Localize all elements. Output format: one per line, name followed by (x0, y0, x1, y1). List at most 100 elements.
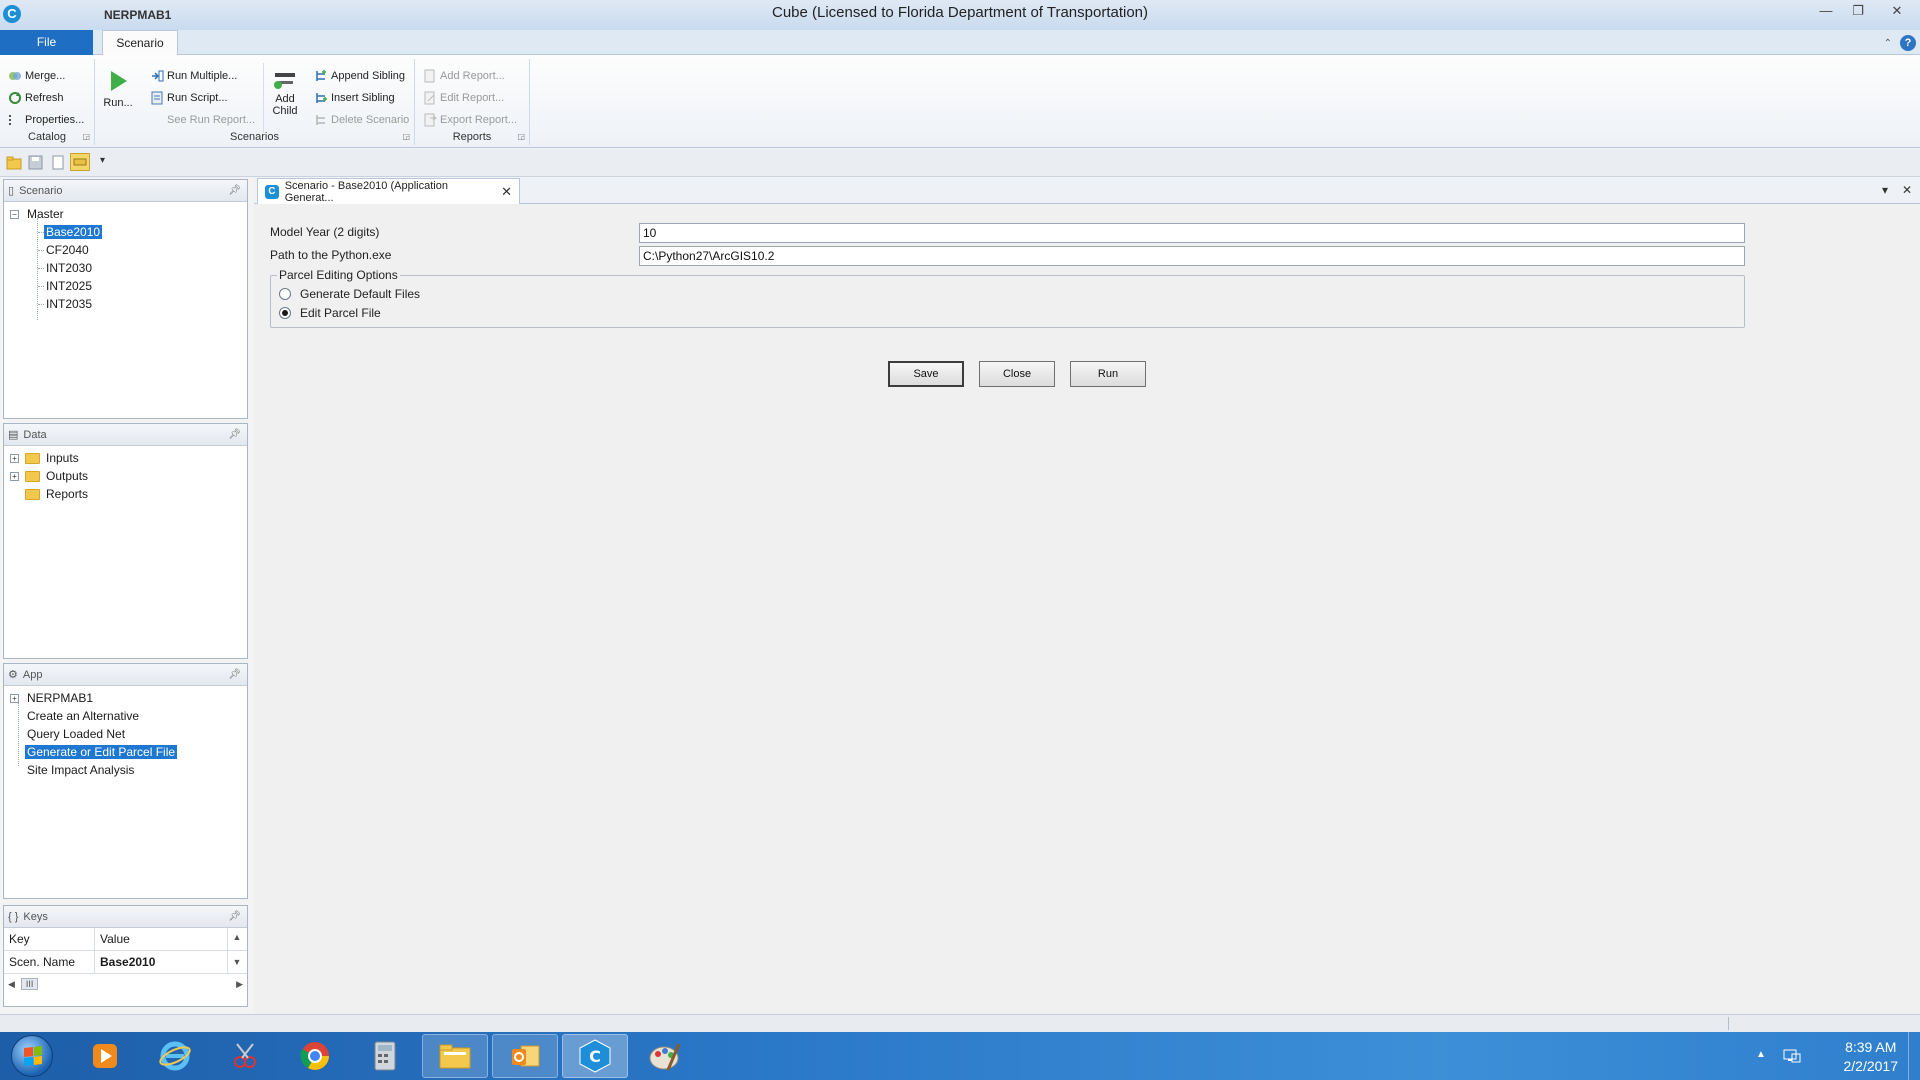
pin-icon[interactable]: 📌︎ (228, 669, 241, 680)
restore-button[interactable]: ❐ (1842, 0, 1874, 22)
append-sibling-button[interactable]: Append Sibling (314, 67, 405, 85)
run-form-button[interactable]: Run (1070, 361, 1146, 387)
catalog-launcher-icon[interactable]: ◲ (82, 132, 90, 141)
option-generate-default[interactable]: Generate Default Files (279, 287, 420, 301)
start-button[interactable] (11, 1035, 53, 1077)
pin-icon[interactable]: 📌︎ (228, 911, 241, 922)
option-edit-parcel[interactable]: Edit Parcel File (279, 306, 381, 320)
internet-explorer-icon[interactable] (142, 1034, 208, 1078)
tree-node-int2030[interactable]: INT2030 (4, 259, 247, 277)
python-path-input[interactable] (639, 246, 1745, 266)
tree-node-generate-parcel[interactable]: Generate or Edit Parcel File (4, 743, 247, 761)
tree-node-cf2040[interactable]: CF2040 (4, 241, 247, 259)
edit-report-button[interactable]: Edit Report... (423, 89, 504, 107)
save-icon[interactable] (28, 155, 44, 170)
tab-file[interactable]: File (0, 30, 93, 55)
add-child-label-2: Child (272, 105, 298, 117)
media-player-icon[interactable] (72, 1034, 138, 1078)
collapse-ribbon-icon[interactable]: ⌃ (1884, 38, 1892, 49)
collapse-icon[interactable]: − (10, 210, 19, 219)
table-row[interactable]: Scen. Name Base2010 ▼ (4, 951, 247, 974)
open-folder-icon[interactable] (6, 155, 22, 170)
radio-generate-default[interactable] (279, 288, 291, 300)
qat-dropdown-icon[interactable]: ▾ (100, 155, 116, 170)
add-child-label-1: Add (275, 93, 295, 105)
scroll-down-icon[interactable]: ▼ (228, 951, 246, 973)
tree-node-base2010[interactable]: Base2010 (4, 223, 247, 241)
site-impact-label: Site Impact Analysis (27, 763, 135, 777)
pin-icon[interactable]: 📌︎ (228, 185, 241, 196)
horizontal-scrollbar[interactable]: ◀ III ▶ (4, 974, 247, 994)
tree-node-nerpmab1[interactable]: + NERPMAB1 (4, 689, 247, 707)
show-desktop-button[interactable] (1908, 1032, 1920, 1080)
minimize-button[interactable]: — (1810, 0, 1842, 22)
tree-node-create-alternative[interactable]: Create an Alternative (4, 707, 247, 725)
tab-scenario[interactable]: Scenario (102, 30, 178, 56)
run-button[interactable]: Run... (103, 69, 133, 109)
run-multiple-label: Run Multiple... (167, 70, 238, 82)
scroll-thumb[interactable]: III (20, 978, 39, 990)
tab-list-icon[interactable]: ▾ (1882, 183, 1888, 197)
value-column-header[interactable]: Value (95, 928, 228, 950)
reports-launcher-icon[interactable]: ◲ (517, 132, 525, 141)
tree-node-site-impact[interactable]: Site Impact Analysis (4, 761, 247, 779)
add-child-button[interactable]: Add Child (267, 69, 303, 117)
export-report-button[interactable]: Export Report... (423, 111, 517, 129)
tree-node-inputs[interactable]: + Inputs (4, 449, 247, 467)
app-panel-title: App (22, 668, 43, 681)
save-button[interactable]: Save (888, 361, 964, 387)
scroll-left-icon[interactable]: ◀ (8, 979, 15, 990)
close-document-icon[interactable]: ✕ (1902, 183, 1912, 197)
expand-icon[interactable]: + (10, 472, 19, 481)
window-controls: — ❐ ✕ (1810, 0, 1920, 22)
run-multiple-button[interactable]: Run Multiple... (150, 67, 237, 85)
expand-icon[interactable]: + (10, 694, 19, 703)
tree-node-query-loaded-net[interactable]: Query Loaded Net (4, 725, 247, 743)
value-cell[interactable]: Base2010 (95, 951, 228, 973)
snipping-tool-icon[interactable] (212, 1034, 278, 1078)
scroll-up-icon[interactable]: ▲ (228, 928, 246, 950)
calculator-icon[interactable] (352, 1034, 418, 1078)
taskbar: C ▲ 8:39 AM 2/2/2017 (0, 1032, 1920, 1080)
close-tab-icon[interactable]: ✕ (501, 184, 512, 200)
network-icon[interactable] (1782, 1047, 1802, 1065)
properties-button[interactable]: Properties... (8, 111, 84, 129)
refresh-button[interactable]: Refresh (8, 89, 64, 107)
folder-icon (25, 489, 40, 501)
app-tree: + NERPMAB1 Create an Alternative Query L… (4, 686, 247, 779)
file-explorer-icon[interactable] (422, 1034, 488, 1078)
scroll-right-icon[interactable]: ▶ (236, 979, 243, 990)
chrome-icon[interactable] (282, 1034, 348, 1078)
cube-app-icon[interactable]: C (3, 5, 21, 23)
tree-node-outputs[interactable]: + Outputs (4, 467, 247, 485)
tree-node-int2035[interactable]: INT2035 (4, 295, 247, 313)
tree-node-int2025[interactable]: INT2025 (4, 277, 247, 295)
document-icon[interactable] (50, 155, 66, 170)
clock[interactable]: 8:39 AM 2/2/2017 (1844, 1038, 1899, 1076)
add-report-button[interactable]: Add Report... (423, 67, 505, 85)
tree-node-reports[interactable]: Reports (4, 485, 247, 503)
radio-edit-parcel[interactable] (279, 307, 291, 319)
layout-toggle-icon[interactable] (70, 153, 90, 171)
insert-sibling-button[interactable]: Insert Sibling (314, 89, 395, 107)
delete-scenario-button[interactable]: Delete Scenario (314, 111, 409, 129)
cube-taskbar-icon[interactable]: C (562, 1034, 628, 1078)
show-hidden-icons-icon[interactable]: ▲ (1756, 1049, 1766, 1060)
svg-text:C: C (589, 1047, 601, 1066)
scenarios-launcher-icon[interactable]: ◲ (402, 132, 410, 141)
see-run-report-button[interactable]: See Run Report... (150, 111, 255, 129)
help-icon[interactable]: ? (1900, 35, 1916, 51)
tree-node-master[interactable]: − Master (4, 205, 247, 223)
key-column-header[interactable]: Key (4, 928, 95, 950)
model-year-input[interactable] (639, 223, 1745, 243)
tab-scenario-base2010[interactable]: C Scenario - Base2010 (Application Gener… (257, 178, 520, 204)
close-button[interactable]: Close (979, 361, 1055, 387)
merge-button[interactable]: Merge... (8, 67, 65, 85)
pin-icon[interactable]: 📌︎ (228, 429, 241, 440)
paint-icon[interactable] (632, 1034, 698, 1078)
reports-group-label: Reports (452, 131, 492, 143)
expand-icon[interactable]: + (10, 454, 19, 463)
outlook-icon[interactable] (492, 1034, 558, 1078)
close-window-button[interactable]: ✕ (1874, 0, 1920, 22)
run-script-button[interactable]: Run Script... (150, 89, 228, 107)
